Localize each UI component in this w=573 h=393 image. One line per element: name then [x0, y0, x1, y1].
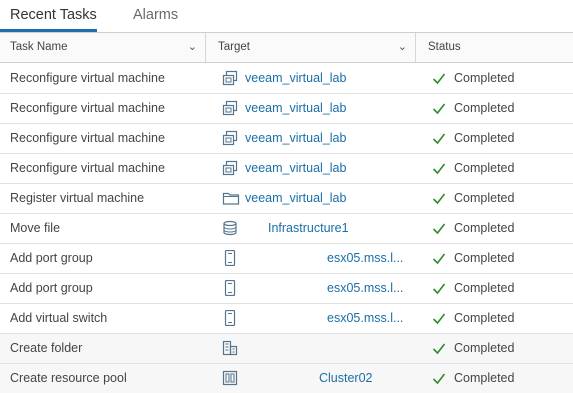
table-row[interactable]: Create folder Completed — [0, 334, 573, 364]
table-row[interactable]: Add port group esx05.mss.l... Completed — [0, 274, 573, 304]
tab-bar: Recent Tasks Alarms — [0, 0, 573, 32]
status-cell: Completed — [432, 304, 572, 333]
status-cell: Completed — [432, 214, 572, 243]
status-cell: Completed — [432, 64, 572, 93]
host-icon — [222, 250, 240, 268]
status-cell: Completed — [432, 184, 572, 213]
target-link[interactable] — [245, 334, 410, 363]
table-row[interactable]: Add virtual switch esx05.mss.l... Complete… — [0, 304, 573, 334]
table-row[interactable]: Reconfigure virtual machine veeam_virtual… — [0, 64, 573, 94]
table-row[interactable]: Reconfigure virtual machine veeam_virtual… — [0, 124, 573, 154]
task-name-cell: Register virtual machine — [10, 191, 145, 205]
table-row[interactable]: Create resource pool Cluster02 Completed — [0, 364, 573, 393]
host-icon — [222, 310, 240, 328]
status-text: Completed — [454, 251, 515, 265]
status-text: Completed — [454, 281, 515, 295]
table-row[interactable]: Add port group esx05.mss.l... Completed — [0, 244, 573, 274]
tasks-grid: Task Name ⌄ Target ⌄ Status Reconfigure … — [0, 32, 573, 393]
status-text: Completed — [454, 311, 515, 325]
column-header-status-label: Status — [428, 41, 461, 53]
table-row[interactable]: Register virtual machine veeam_virtual_la… — [0, 184, 573, 214]
status-text: Completed — [454, 191, 515, 205]
checkmark-icon — [432, 214, 446, 243]
host-icon — [222, 280, 240, 298]
checkmark-icon — [432, 184, 446, 213]
target-link[interactable]: esx05.mss.l... — [327, 244, 410, 273]
vm-icon — [222, 130, 240, 148]
task-name-cell: Create folder — [10, 341, 83, 355]
task-name-cell: Add virtual switch — [10, 311, 108, 325]
tab-recent-tasks[interactable]: Recent Tasks — [0, 0, 97, 32]
status-text: Completed — [454, 101, 515, 115]
status-text: Completed — [454, 131, 515, 145]
grid-header: Task Name ⌄ Target ⌄ Status — [0, 33, 573, 63]
tab-alarms[interactable]: Alarms — [133, 0, 178, 32]
chevron-down-icon[interactable]: ⌄ — [398, 33, 407, 62]
checkmark-icon — [432, 334, 446, 363]
target-link[interactable]: veeam_virtual_lab — [245, 154, 410, 183]
status-text: Completed — [454, 371, 515, 385]
status-text: Completed — [454, 221, 515, 235]
target-link[interactable]: Cluster02 — [319, 364, 410, 393]
vm-icon — [222, 160, 240, 178]
status-cell: Completed — [432, 274, 572, 303]
table-row[interactable]: Reconfigure virtual machine veeam_virtual… — [0, 154, 573, 184]
column-header-status[interactable]: Status — [416, 33, 573, 62]
target-link[interactable]: veeam_virtual_lab — [245, 64, 410, 93]
cluster-icon — [222, 370, 240, 388]
table-row[interactable]: Reconfigure virtual machine veeam_virtual… — [0, 94, 573, 124]
vm-icon — [222, 70, 240, 88]
target-link[interactable]: veeam_virtual_lab — [245, 124, 410, 153]
task-name-cell: Add port group — [10, 251, 93, 265]
datacenter-icon — [222, 340, 240, 358]
status-cell: Completed — [432, 124, 572, 153]
checkmark-icon — [432, 364, 446, 393]
checkmark-icon — [432, 64, 446, 93]
status-cell: Completed — [432, 364, 572, 393]
table-row[interactable]: Move file Infrastructure1 Completed — [0, 214, 573, 244]
vm-icon — [222, 100, 240, 118]
chevron-down-icon[interactable]: ⌄ — [188, 33, 197, 62]
column-header-target[interactable]: Target ⌄ — [206, 33, 416, 62]
status-cell: Completed — [432, 154, 572, 183]
task-name-cell: Reconfigure virtual machine — [10, 161, 165, 175]
checkmark-icon — [432, 274, 446, 303]
checkmark-icon — [432, 124, 446, 153]
task-name-cell: Reconfigure virtual machine — [10, 71, 165, 85]
folder-icon — [222, 190, 240, 208]
column-header-task-name[interactable]: Task Name ⌄ — [0, 33, 206, 62]
column-header-task-name-label: Task Name — [10, 41, 68, 53]
checkmark-icon — [432, 244, 446, 273]
status-text: Completed — [454, 341, 515, 355]
task-name-cell: Add port group — [10, 281, 93, 295]
status-cell: Completed — [432, 244, 572, 273]
target-link[interactable]: esx05.mss.l... — [327, 274, 410, 303]
task-name-cell: Reconfigure virtual machine — [10, 101, 165, 115]
column-header-target-label: Target — [218, 41, 250, 53]
checkmark-icon — [432, 304, 446, 333]
task-name-cell: Reconfigure virtual machine — [10, 131, 165, 145]
task-name-cell: Move file — [10, 221, 61, 235]
datastore-icon — [222, 220, 240, 238]
target-link[interactable]: Infrastructure1 — [268, 214, 410, 243]
status-cell: Completed — [432, 94, 572, 123]
status-cell: Completed — [432, 334, 572, 363]
target-link[interactable]: veeam_virtual_lab — [245, 94, 410, 123]
checkmark-icon — [432, 154, 446, 183]
target-link[interactable]: veeam_virtual_lab — [245, 184, 410, 213]
target-link[interactable]: esx05.mss.l... — [327, 304, 410, 333]
status-text: Completed — [454, 161, 515, 175]
checkmark-icon — [432, 94, 446, 123]
status-text: Completed — [454, 71, 515, 85]
task-name-cell: Create resource pool — [10, 371, 127, 385]
grid-body: Reconfigure virtual machine veeam_virtual… — [0, 64, 573, 393]
